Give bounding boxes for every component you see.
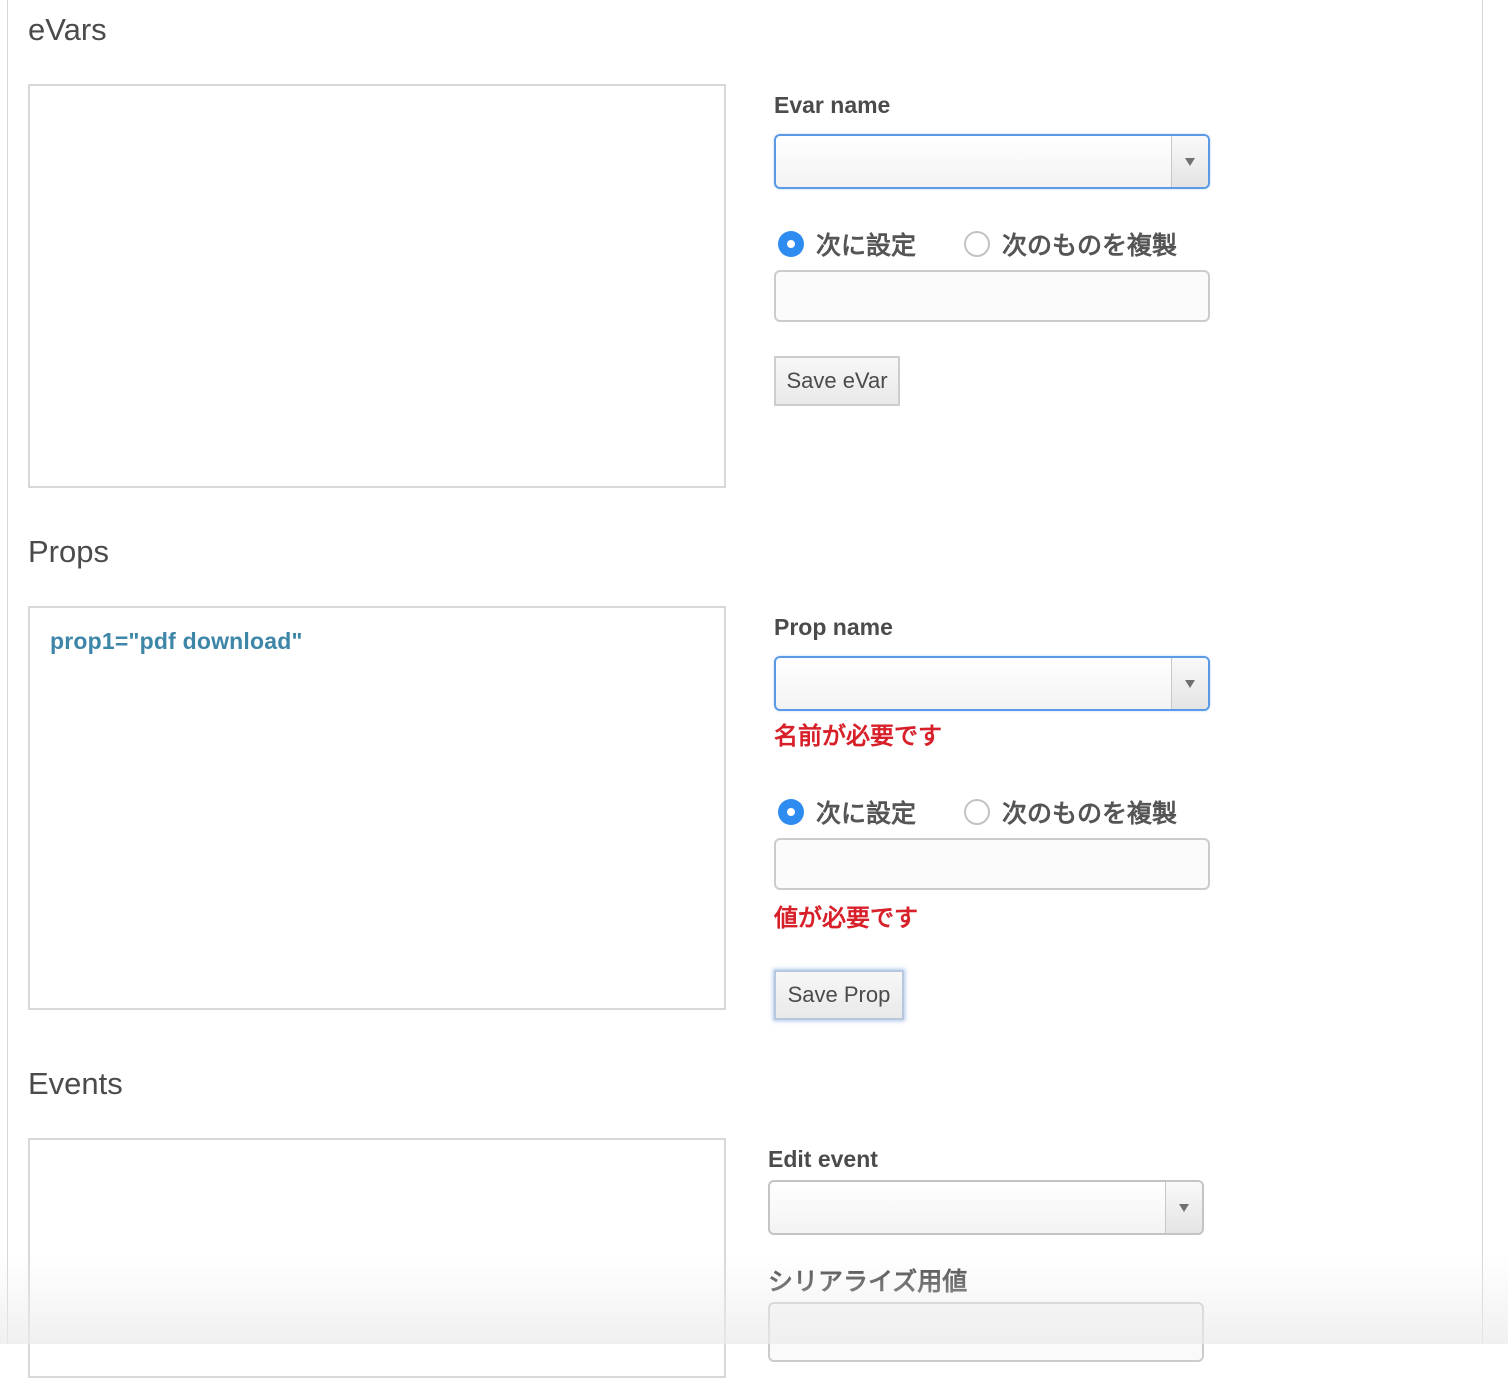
save-prop-button[interactable]: Save Prop — [774, 970, 904, 1020]
props-list-box[interactable]: prop1="pdf download" — [28, 606, 726, 1010]
save-evar-button[interactable]: Save eVar — [774, 356, 900, 406]
evar-radio-copy-label: 次のものを複製 — [1002, 231, 1178, 260]
chevron-down-icon[interactable] — [1165, 1182, 1202, 1233]
prop-value-input[interactable] — [774, 838, 1210, 890]
prop-value-error: 値が必要です — [774, 904, 918, 932]
radio-checked-icon[interactable] — [778, 231, 804, 257]
evar-radio-set-label: 次に設定 — [816, 231, 917, 260]
serialize-value-input[interactable] — [768, 1302, 1204, 1362]
events-list-box[interactable] — [28, 1138, 726, 1378]
prop-radio-copy[interactable]: 次のものを複製 — [964, 794, 1177, 830]
prop-name-error: 名前が必要です — [774, 722, 942, 750]
page-frame-right-border — [1482, 0, 1483, 1344]
prop-radio-set-label: 次に設定 — [816, 799, 917, 828]
edit-event-select[interactable] — [768, 1180, 1204, 1235]
prop-radio-copy-label: 次のものを複製 — [1002, 799, 1178, 828]
props-section-title: Props — [28, 534, 109, 569]
prop-name-label: Prop name — [774, 614, 893, 640]
serialize-value-label: シリアライズ用値 — [768, 1267, 968, 1296]
evar-radio-set[interactable]: 次に設定 — [778, 226, 916, 262]
evar-value-input[interactable] — [774, 270, 1210, 322]
evar-radio-copy[interactable]: 次のものを複製 — [964, 226, 1177, 262]
prop-radio-set[interactable]: 次に設定 — [778, 794, 916, 830]
evars-list-box[interactable] — [28, 84, 726, 488]
edit-event-label: Edit event — [768, 1146, 878, 1172]
list-item[interactable]: prop1="pdf download" — [50, 628, 303, 655]
evar-name-label: Evar name — [774, 92, 891, 118]
events-section-title: Events — [28, 1066, 123, 1101]
radio-unchecked-icon[interactable] — [964, 231, 990, 257]
radio-checked-icon[interactable] — [778, 799, 804, 825]
page-frame-left-border — [7, 0, 8, 1344]
chevron-down-icon[interactable] — [1171, 136, 1208, 187]
evars-section-title: eVars — [28, 12, 107, 47]
prop-name-select[interactable] — [774, 656, 1210, 711]
radio-unchecked-icon[interactable] — [964, 799, 990, 825]
evar-name-select[interactable] — [774, 134, 1210, 189]
chevron-down-icon[interactable] — [1171, 658, 1208, 709]
